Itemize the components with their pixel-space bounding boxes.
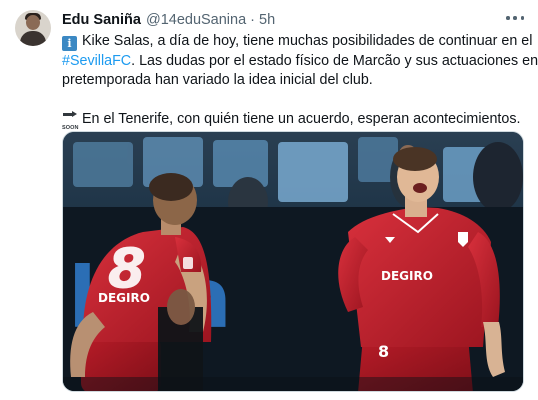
tweet-timestamp[interactable]: 5h: [259, 12, 275, 28]
author-name[interactable]: Edu Saniña: [62, 12, 141, 28]
tweet-text: i Kike Salas, a día de hoy, tiene muchas …: [62, 32, 538, 131]
tweet-text-line: pretemporada han variado la idea inicial…: [62, 72, 373, 88]
author-handle[interactable]: @14eduSanina: [146, 12, 246, 28]
tweet-text-line: SOON En el Tenerife, con quién tiene un a…: [62, 110, 527, 131]
tweet-text-span: En el Tenerife, con quién tiene un acuer…: [82, 110, 521, 127]
hashtag-link[interactable]: #SevillaFC: [62, 53, 131, 69]
tweet[interactable]: Edu Saniña @14eduSanina · 5h i Kike Salas…: [0, 0, 538, 400]
more-dot: [506, 16, 510, 20]
info-icon: i: [62, 36, 77, 51]
separator-dot: ·: [250, 12, 256, 28]
tweet-header: Edu Saniña @14eduSanina · 5h: [62, 10, 520, 30]
soon-arrow-icon: SOON: [62, 110, 79, 131]
shorts-number: 8: [378, 342, 389, 361]
tweet-text-span: . Las dudas por el estado físico de Marc…: [131, 52, 538, 69]
more-dot: [513, 16, 517, 20]
more-options-icon[interactable]: [506, 11, 524, 25]
tweet-text-span: Kike Salas, a día de hoy, tiene muchas p…: [82, 33, 533, 49]
tweet-text-line: i Kike Salas, a día de hoy, tiene muchas …: [62, 32, 532, 52]
jersey-sponsor-right: DEGIRO: [381, 269, 433, 283]
more-dot: [520, 16, 524, 20]
tweet-media-photo[interactable]: lcia 8 DEGIRO: [62, 131, 524, 392]
football-photo: lcia 8 DEGIRO: [63, 132, 523, 391]
author-avatar[interactable]: [15, 10, 51, 46]
jersey-sponsor-left: DEGIRO: [98, 291, 150, 305]
tweet-text-line: #SevillaFC. Las dudas por el estado físi…: [62, 52, 538, 72]
avatar-body: [20, 31, 46, 46]
avatar-head: [26, 15, 40, 30]
